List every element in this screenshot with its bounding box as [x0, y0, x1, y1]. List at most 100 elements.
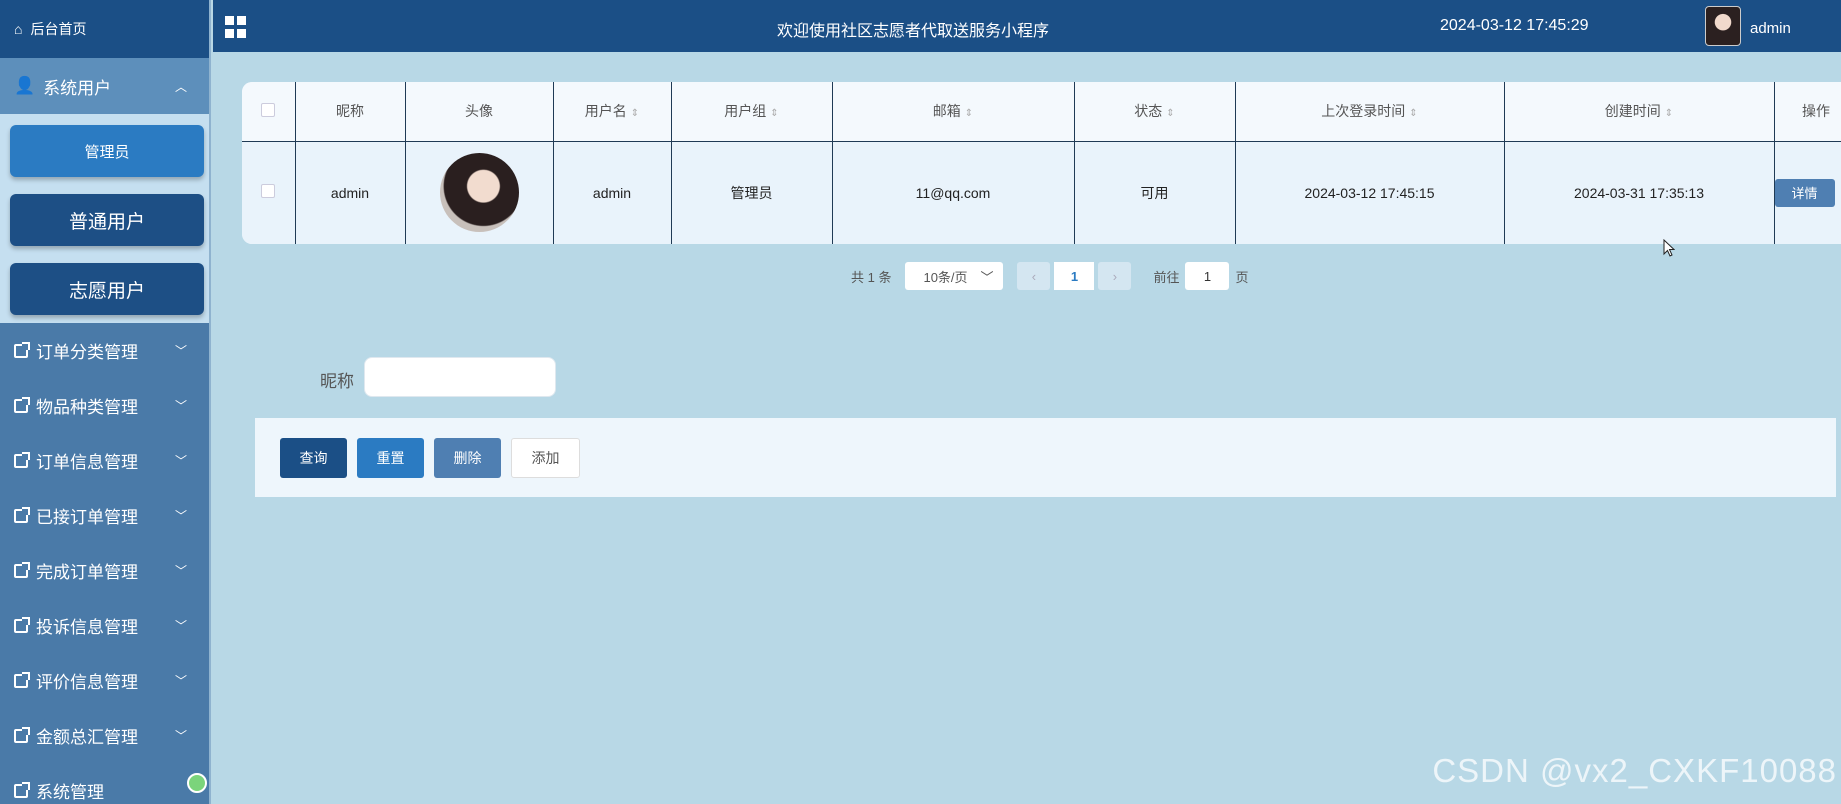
select-all-cell[interactable]: [242, 82, 296, 142]
sort-icon[interactable]: ⇕: [1665, 108, 1673, 119]
chevron-up-icon: ︿: [174, 80, 187, 94]
pagination-total: 共 1 条: [851, 269, 892, 285]
external-icon: [14, 451, 30, 468]
chevron-down-icon: ﹀: [174, 454, 187, 468]
column-header-sortable[interactable]: 上次登录时间 ⇕: [1234, 82, 1505, 142]
page-size-select[interactable]: 10条/页 ﹀: [905, 262, 1004, 290]
column-header-label: 用户名: [584, 103, 627, 120]
column-header: 昵称: [294, 82, 406, 142]
delete-button[interactable]: 删除: [434, 438, 501, 478]
sidebar-item-order-info[interactable]: 订单信息管理 ﹀: [0, 433, 209, 488]
goto-page: 前往 1 页: [1153, 262, 1249, 290]
external-icon: [14, 341, 30, 358]
select-all-checkbox[interactable]: [261, 102, 276, 117]
column-header-sortable[interactable]: 用户组 ⇕: [670, 82, 833, 142]
user-avatar-image: [439, 153, 519, 233]
column-header-label: 创建时间: [1604, 103, 1661, 120]
sort-icon[interactable]: ⇕: [965, 108, 973, 119]
column-header-sortable[interactable]: 状态 ⇕: [1073, 82, 1236, 142]
external-icon: [14, 561, 30, 578]
sidebar-item-reviews[interactable]: 评价信息管理 ﹀: [0, 653, 209, 708]
sidebar-group-system-users[interactable]: 👤 系统用户 ︿: [0, 58, 209, 114]
reset-button[interactable]: 重置: [357, 438, 424, 478]
column-header-sortable[interactable]: 用户名 ⇕: [552, 82, 672, 142]
column-header: 操作: [1773, 82, 1841, 142]
sidebar-group-label: 系统用户: [43, 78, 112, 98]
chevron-down-icon: ﹀: [174, 344, 187, 358]
external-icon: [14, 671, 30, 688]
user-icon: 👤: [14, 76, 36, 95]
sidebar-item-label: 评价信息管理: [36, 673, 138, 692]
sidebar-item-label: 订单信息管理: [36, 453, 138, 472]
menu-grid-icon[interactable]: [225, 16, 247, 38]
external-icon: [14, 781, 30, 798]
next-page-button[interactable]: ›: [1098, 262, 1132, 290]
cell-avatar: [404, 140, 554, 244]
row-checkbox[interactable]: [261, 184, 276, 199]
watermark: CSDN @vx2_CXKF10088: [1432, 752, 1837, 789]
chevron-down-icon: ﹀: [174, 564, 187, 578]
chevron-down-icon: ﹀: [174, 674, 187, 688]
submenu-normal-user[interactable]: 普通用户: [10, 194, 204, 246]
chevron-down-icon: ﹀: [980, 269, 994, 285]
row-select-cell[interactable]: [242, 140, 296, 244]
nickname-search-input[interactable]: [364, 357, 556, 397]
sidebar-item-label: 已接订单管理: [36, 508, 138, 527]
external-icon: [14, 616, 30, 633]
cell-action: 详情: [1773, 140, 1841, 244]
sort-icon[interactable]: ⇕: [631, 108, 639, 119]
cell-nickname: admin: [294, 140, 406, 244]
goto-page-input[interactable]: 1: [1185, 262, 1230, 290]
search-label: 昵称: [320, 372, 354, 391]
table-header-row: 昵称 头像 用户名 ⇕ 用户组 ⇕ 邮箱 ⇕ 状态 ⇕ 上次登录时间 ⇕ 创建时间 ⇕ 操作: [242, 82, 1841, 142]
cell-email: 11@qq.com: [831, 140, 1075, 244]
prev-page-button[interactable]: ‹: [1017, 262, 1051, 290]
column-header: 头像: [404, 82, 554, 142]
table-row: admin admin 管理员 11@qq.com 可用 2024-03-12 …: [242, 140, 1841, 244]
sidebar-item-amount-summary[interactable]: 金额总汇管理 ﹀: [0, 708, 209, 763]
sidebar-submenu: 管理员 普通用户 志愿用户: [0, 114, 209, 323]
detail-button[interactable]: 详情: [1774, 178, 1835, 207]
submenu-admin[interactable]: 管理员: [10, 125, 204, 177]
chevron-down-icon: ﹀: [174, 729, 187, 743]
external-icon: [14, 396, 30, 413]
sidebar-home[interactable]: ⌂ 后台首页: [0, 0, 209, 58]
sidebar-item-completed-orders[interactable]: 完成订单管理 ﹀: [0, 543, 209, 598]
sidebar-item-label: 完成订单管理: [36, 563, 138, 582]
query-button[interactable]: 查询: [280, 438, 347, 478]
pagination: 共 1 条 10条/页 ﹀ ‹ 1 › 前往 1 页: [851, 262, 1249, 290]
column-header-label: 用户组: [724, 103, 767, 120]
current-time: 2024-03-12 17:45:29: [1440, 17, 1589, 34]
sidebar-item-system[interactable]: 系统管理: [0, 763, 209, 804]
column-header-label: 邮箱: [932, 103, 961, 120]
add-button[interactable]: 添加: [511, 438, 580, 478]
action-panel: 查询 重置 删除 添加: [255, 418, 1836, 497]
sidebar-item-label: 订单分类管理: [36, 343, 138, 362]
sort-icon[interactable]: ⇕: [770, 108, 778, 119]
cell-last-login: 2024-03-12 17:45:15: [1234, 140, 1505, 244]
sort-icon[interactable]: ⇕: [1409, 108, 1417, 119]
external-icon: [14, 726, 30, 743]
goto-label: 前往: [1153, 269, 1180, 285]
column-header-sortable[interactable]: 创建时间 ⇕: [1503, 82, 1775, 142]
avatar[interactable]: [1705, 6, 1741, 46]
sidebar-item-label: 投诉信息管理: [36, 618, 138, 637]
sidebar-item-item-type[interactable]: 物品种类管理 ﹀: [0, 378, 209, 433]
external-icon: [14, 506, 30, 523]
column-header-sortable[interactable]: 邮箱 ⇕: [831, 82, 1075, 142]
sort-icon[interactable]: ⇕: [1166, 108, 1174, 119]
sidebar: ⌂ 后台首页 👤 系统用户 ︿ 管理员 普通用户 志愿用户 订单分类管理 ﹀ 物…: [0, 0, 211, 804]
top-bar: 欢迎使用社区志愿者代取送服务小程序 2024-03-12 17:45:29 ad…: [213, 0, 1841, 52]
status-dot-icon: [187, 773, 207, 793]
cell-created: 2024-03-31 17:35:13: [1503, 140, 1775, 244]
cell-username: admin: [552, 140, 672, 244]
current-user[interactable]: admin: [1750, 20, 1791, 37]
sidebar-item-complaints[interactable]: 投诉信息管理 ﹀: [0, 598, 209, 653]
chevron-left-icon: ‹: [1031, 268, 1037, 284]
page-number[interactable]: 1: [1054, 262, 1095, 290]
sidebar-item-order-category[interactable]: 订单分类管理 ﹀: [0, 323, 209, 378]
home-icon: ⌂: [14, 21, 23, 37]
submenu-volunteer-user[interactable]: 志愿用户: [10, 263, 204, 315]
sidebar-item-accepted-orders[interactable]: 已接订单管理 ﹀: [0, 488, 209, 543]
page-size-value: 10条/页: [923, 269, 968, 285]
